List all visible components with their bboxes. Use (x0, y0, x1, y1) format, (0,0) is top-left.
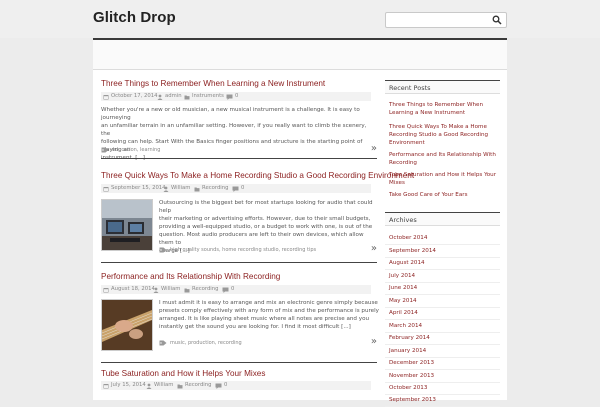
post-date: August 18, 2014 (111, 286, 155, 292)
recent-post-link[interactable]: Three Quick Ways To Make a Home Recordin… (389, 123, 497, 147)
post-3: Performance and Its Relationship With Re… (101, 272, 379, 351)
post-tags: high quality sounds, home recording stud… (159, 246, 316, 254)
post-title[interactable]: Three Quick Ways To Make a Home Recordin… (101, 171, 414, 181)
calendar-icon (103, 94, 109, 99)
post-category[interactable]: Recording (202, 184, 229, 193)
tag-icon (101, 147, 109, 153)
post-tags: education, learning (101, 146, 160, 154)
post-meta: August 18, 2014 William Recording 0 (101, 285, 371, 294)
post-category[interactable]: Recording (192, 285, 219, 294)
calendar-icon (103, 287, 109, 292)
post-thumbnail[interactable] (101, 299, 153, 351)
post-date: October 17, 2014 (111, 93, 158, 99)
recent-post-link[interactable]: Performance and Its Relationship With Re… (389, 151, 497, 167)
post-author[interactable]: William (171, 184, 190, 193)
double-chevron-right-icon[interactable]: » (371, 144, 377, 154)
post-2: Three Quick Ways To Make a Home Recordin… (101, 171, 414, 254)
folder-icon (184, 288, 190, 292)
search-input[interactable] (388, 14, 488, 26)
double-chevron-right-icon[interactable]: » (371, 337, 377, 347)
recent-post-link[interactable]: Take Good Care of Your Ears (389, 191, 497, 199)
speech-bubble-icon (215, 383, 222, 389)
archives-title: Archives (385, 212, 500, 226)
user-icon (146, 383, 152, 389)
post-thumbnail[interactable] (101, 199, 153, 251)
post-category[interactable]: Recording (185, 381, 212, 390)
user-icon (157, 94, 163, 100)
archive-link[interactable]: April 2014 (385, 307, 500, 320)
post-4: Tube Saturation and How it Helps Your Mi… (101, 369, 371, 390)
post-author[interactable]: admin (165, 92, 182, 101)
user-icon (153, 287, 159, 293)
post-excerpt: I must admit it is easy to arrange and m… (159, 300, 379, 330)
guitar-photo (101, 300, 153, 350)
post-title[interactable]: Three Things to Remember When Learning a… (101, 79, 371, 89)
post-meta: July 15, 2014 William Recording 0 (101, 381, 371, 390)
post-date: July 15, 2014 (111, 382, 146, 388)
user-icon (163, 186, 169, 192)
post-category[interactable]: Instruments (192, 92, 224, 101)
nav-bar (93, 40, 507, 70)
archive-link[interactable]: October 2014 (385, 232, 500, 245)
calendar-icon (103, 186, 109, 191)
post-title[interactable]: Tube Saturation and How it Helps Your Mi… (101, 369, 371, 379)
calendar-icon (103, 383, 109, 388)
folder-icon (184, 95, 190, 99)
search-icon[interactable] (492, 15, 502, 25)
post-title[interactable]: Performance and Its Relationship With Re… (101, 272, 371, 282)
search-box[interactable] (385, 12, 507, 28)
post-tags: music, production, recording (159, 339, 242, 347)
post-date: September 15, 2014 (111, 185, 166, 191)
folder-icon (194, 187, 200, 191)
recent-post-link[interactable]: Three Things to Remember When Learning a… (389, 101, 497, 117)
archive-link[interactable]: September 2013 (385, 394, 500, 407)
speech-bubble-icon (222, 287, 229, 293)
post-separator (101, 362, 377, 363)
tag-icon (159, 247, 167, 253)
post-separator (101, 262, 377, 263)
studio-photo (102, 200, 152, 250)
archive-link[interactable]: December 2013 (385, 357, 500, 370)
speech-bubble-icon (232, 186, 239, 192)
archive-link[interactable]: August 2014 (385, 257, 500, 270)
archive-link[interactable]: June 2014 (385, 282, 500, 295)
post-meta: September 15, 2014 William Recording 0 (101, 184, 371, 193)
archive-link[interactable]: February 2014 (385, 332, 500, 345)
tag-icon (159, 340, 167, 346)
main-content: Three Things to Remember When Learning a… (93, 70, 507, 407)
folder-icon (177, 384, 183, 388)
site-header: Glitch Drop (0, 0, 600, 38)
post-meta: October 17, 2014 admin Instruments 0 (101, 92, 371, 101)
post-comments[interactable]: 0 (241, 184, 244, 193)
post-separator (101, 158, 377, 159)
speech-bubble-icon (226, 94, 233, 100)
recent-post-link[interactable]: Tube Saturation and How it Helps Your Mi… (389, 171, 497, 187)
post-comments[interactable]: 0 (235, 92, 238, 101)
post-comments[interactable]: 0 (231, 285, 234, 294)
post-1: Three Things to Remember When Learning a… (101, 79, 377, 161)
double-chevron-right-icon[interactable]: » (371, 244, 377, 254)
site-title[interactable]: Glitch Drop (93, 9, 176, 26)
post-author[interactable]: William (161, 285, 180, 294)
recent-posts-title: Recent Posts (385, 80, 500, 94)
post-comments[interactable]: 0 (224, 381, 227, 390)
post-author[interactable]: William (154, 381, 173, 390)
